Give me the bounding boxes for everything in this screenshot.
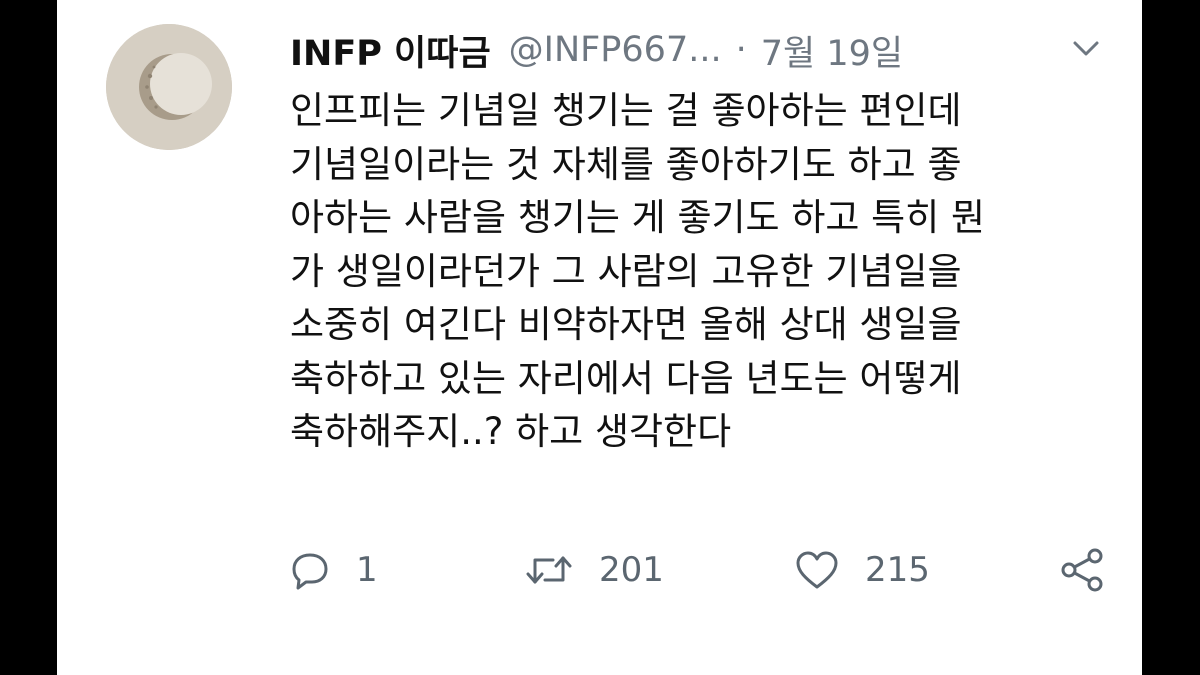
reply-button[interactable]: 1: [290, 540, 378, 600]
like-count: 215: [865, 550, 930, 590]
heart-icon: [796, 551, 838, 589]
tweet-card: INFP 이따금 @INFP667... · 7월 19일 인프피는 기념일 챙…: [57, 0, 1142, 675]
tweet-text-line: 축하하고 있는 자리에서 다음 년도는 어떻게: [290, 356, 962, 400]
tweet-header: INFP 이따금 @INFP667... · 7월 19일: [290, 22, 903, 78]
tweet-text-line: 아하는 사람을 챙기는 게 좋기도 하고 특히 뭔: [290, 196, 986, 239]
display-name[interactable]: INFP 이따금: [290, 25, 491, 76]
like-button[interactable]: 215: [795, 540, 930, 600]
tweet-date[interactable]: 7월 19일: [761, 25, 903, 76]
tweet-text-line: 소중히 여긴다 비약하자면 올해 상대 생일을: [290, 303, 962, 346]
share-icon: [1061, 548, 1103, 592]
tweet-text: 인프피는 기념일 챙기는 걸 좋아하는 편인데 기념일이라는 것 자체를 좋아하…: [290, 84, 1110, 459]
user-handle[interactable]: @INFP667...: [509, 30, 722, 70]
reply-icon: [292, 553, 328, 590]
tweet-actions: 1 201 215: [57, 540, 1142, 600]
chevron-down-icon[interactable]: [1072, 40, 1100, 58]
crescent-moon-icon: [106, 24, 232, 150]
separator-dot: ·: [735, 30, 747, 70]
tweet-text-line: 기념일이라는 것 자체를 좋아하기도 하고 좋: [290, 142, 962, 186]
retweet-count: 201: [599, 550, 664, 590]
tweet-text-line: 인프피는 기념일 챙기는 걸 좋아하는 편인데: [290, 89, 962, 132]
share-button[interactable]: [1057, 540, 1107, 600]
tweet-text-line: 가 생일이라던가 그 사람의 고유한 기념일을: [290, 249, 962, 293]
retweet-button[interactable]: 201: [525, 540, 664, 600]
retweet-icon: [526, 556, 572, 584]
tweet-text-line: 축하해주지..? 하고 생각한다: [290, 410, 732, 453]
avatar[interactable]: [106, 24, 232, 150]
reply-count: 1: [356, 550, 378, 590]
